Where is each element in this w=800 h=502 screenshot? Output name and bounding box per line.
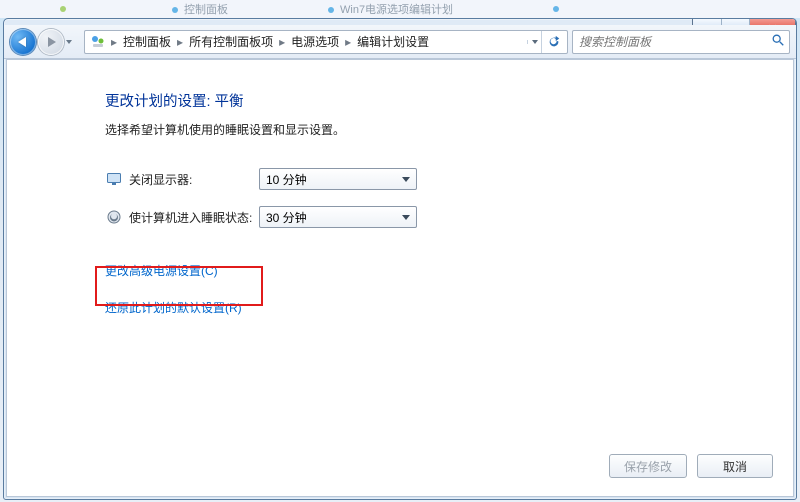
- address-bar[interactable]: ▸ 控制面板 ▸ 所有控制面板项 ▸ 电源选项 ▸ 编辑计划设置: [84, 30, 568, 54]
- background-browser-tabs: 控制面板 Win7电源选项编辑计划: [0, 0, 800, 18]
- search-icon: [771, 33, 785, 50]
- page-subtitle: 选择希望计算机使用的睡眠设置和显示设置。: [105, 121, 765, 138]
- display-icon: [105, 171, 123, 187]
- crumb-power-options[interactable]: 电源选项: [287, 31, 343, 53]
- control-panel-icon: [87, 34, 109, 50]
- sleep-combo[interactable]: 30 分钟: [259, 206, 417, 228]
- row-sleep: 使计算机进入睡眠状态: 30 分钟: [105, 206, 765, 228]
- advanced-settings-link[interactable]: 更改高级电源设置(C): [105, 264, 218, 278]
- restore-defaults-link[interactable]: 还原此计划的默认设置(R): [105, 301, 242, 315]
- arrow-left-icon: [18, 37, 26, 47]
- sleep-value: 30 分钟: [266, 209, 402, 226]
- breadcrumb-sep: ▸: [109, 35, 119, 49]
- footer-buttons: 保存修改 取消: [609, 454, 773, 478]
- crumb-edit-plan[interactable]: 编辑计划设置: [353, 31, 433, 53]
- row-turn-off-display: 关闭显示器: 10 分钟: [105, 168, 765, 190]
- save-button[interactable]: 保存修改: [609, 454, 687, 478]
- arrow-right-icon: [48, 37, 56, 47]
- breadcrumb-sep: ▸: [277, 35, 287, 49]
- content-area: 更改计划的设置: 平衡 选择希望计算机使用的睡眠设置和显示设置。 关闭显示器: …: [6, 59, 794, 497]
- breadcrumb-sep: ▸: [343, 35, 353, 49]
- breadcrumb-sep: ▸: [175, 35, 185, 49]
- history-dropdown[interactable]: [66, 40, 72, 44]
- sleep-icon: [105, 209, 123, 225]
- cancel-button[interactable]: 取消: [697, 454, 773, 478]
- navigation-bar: ▸ 控制面板 ▸ 所有控制面板项 ▸ 电源选项 ▸ 编辑计划设置: [4, 25, 796, 59]
- display-off-value: 10 分钟: [266, 171, 402, 188]
- search-box[interactable]: [572, 30, 790, 54]
- nav-buttons: [10, 28, 74, 56]
- chevron-down-icon: [402, 215, 410, 220]
- chevron-down-icon: [402, 177, 410, 182]
- search-input[interactable]: [577, 34, 771, 50]
- page-title: 更改计划的设置: 平衡: [105, 90, 765, 111]
- refresh-button[interactable]: [541, 31, 565, 53]
- crumb-control-panel[interactable]: 控制面板: [119, 31, 175, 53]
- display-off-label: 关闭显示器:: [129, 171, 259, 188]
- sleep-label: 使计算机进入睡眠状态:: [129, 209, 259, 226]
- back-button[interactable]: [10, 29, 36, 55]
- forward-button[interactable]: [38, 29, 64, 55]
- control-panel-window: ✕ ▸ 控制面板: [3, 18, 797, 500]
- display-off-combo[interactable]: 10 分钟: [259, 168, 417, 190]
- crumb-all-items[interactable]: 所有控制面板项: [185, 31, 277, 53]
- address-dropdown[interactable]: [527, 40, 541, 44]
